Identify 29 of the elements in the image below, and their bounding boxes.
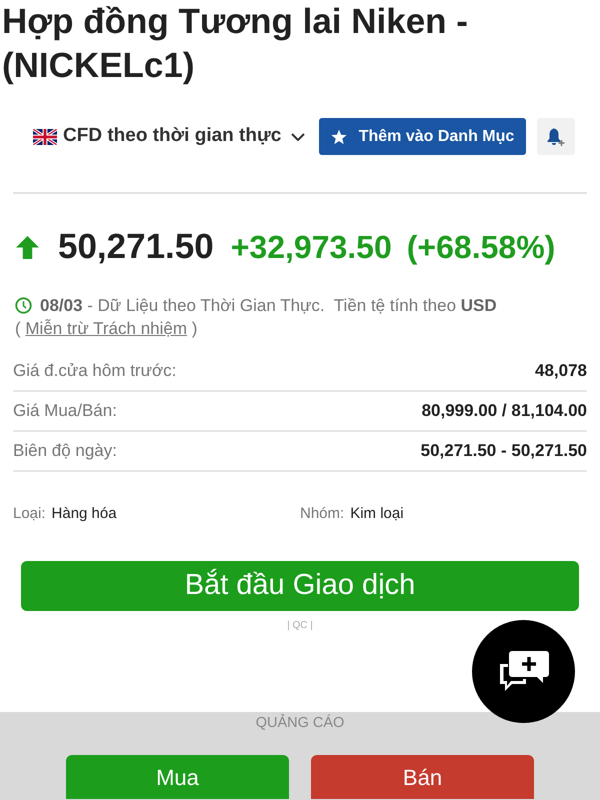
chevron-down-icon [291, 132, 306, 140]
percent-change: (+68.58%) [406, 228, 556, 267]
ad-tag: | QC | [0, 618, 600, 632]
stat-label: Giá Mua/Bán: [13, 400, 117, 422]
ad-label: QUẢNG CÁO [254, 713, 346, 732]
last-price: 50,271.50 [58, 226, 214, 268]
flag-icon [33, 128, 57, 144]
add-to-watchlist-button[interactable]: Thêm vào Danh Mục [319, 118, 526, 155]
star-icon [330, 128, 347, 144]
buy-button[interactable]: Mua [66, 755, 289, 799]
stat-value: 80,999.00 / 81,104.00 [422, 400, 587, 422]
stat-value: 48,078 [535, 360, 587, 382]
disclaimer-link[interactable]: Miễn trừ Trách nhiệm [25, 319, 187, 338]
sell-button[interactable]: Bán [311, 755, 534, 799]
price-change: +32,973.50 [230, 228, 392, 267]
clock-icon [15, 297, 32, 314]
field-label: Loại: [13, 504, 46, 524]
bell-plus-icon [546, 126, 566, 146]
field-label: Nhóm: [300, 504, 344, 524]
stat-label: Giá đ.cửa hôm trước: [13, 360, 176, 382]
page-title: Hợp đồng Tương lai Niken - (NICKELc1) [1, 1, 469, 87]
data-source-note: 08/03 - Dữ Liệu theo Thời Gian Thực. Tiền tệ tính theo USD ( Miễn trừ Trách nhiệm ) [15, 295, 498, 340]
alert-button[interactable] [537, 118, 575, 155]
stat-value: 50,271.50 - 50,271.50 [420, 440, 587, 462]
market-selector[interactable]: CFD theo thời gian thực [33, 122, 306, 151]
stat-label: Biên độ ngày: [13, 440, 117, 462]
field-value: Kim loại [350, 504, 404, 524]
field-value: Hàng hóa [52, 504, 117, 524]
start-trading-button[interactable]: Bắt đầu Giao dịch [21, 560, 579, 610]
